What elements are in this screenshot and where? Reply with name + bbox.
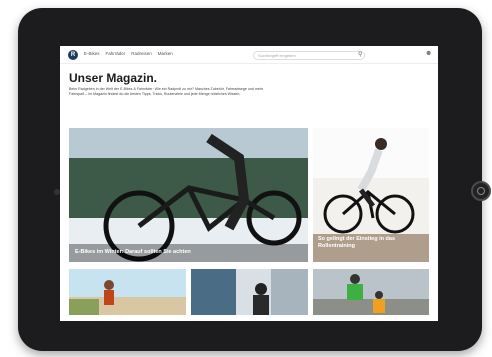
article-caption: So gelingt der Einstieg in das Rollentra…	[318, 236, 396, 249]
nav-item-radreisen[interactable]: Radreisen	[131, 51, 152, 56]
tablet-screen: R E-Bikes Fahrräder Radreisen Marken Suc…	[60, 46, 438, 321]
page-title: Unser Magazin.	[69, 71, 158, 85]
main-nav: E-Bikes Fahrräder Radreisen Marken	[84, 51, 173, 56]
article-card-city-cyclist[interactable]	[191, 269, 308, 315]
home-button-icon	[477, 187, 485, 195]
article-image-winter-ebike	[69, 128, 308, 262]
top-navigation-bar: R E-Bikes Fahrräder Radreisen Marken Suc…	[60, 46, 438, 64]
article-card-group-ride[interactable]	[313, 269, 429, 315]
article-card-beach-cyclist[interactable]	[69, 269, 186, 315]
nav-item-marken[interactable]: Marken	[158, 51, 173, 56]
article-image-city-cyclist	[191, 269, 308, 315]
search-icon[interactable]: ⚲	[358, 51, 362, 58]
article-card-winter-ebike[interactable]: E-Bikes im Winter: Darauf sollten Sie ac…	[69, 128, 308, 262]
article-image-group-ride	[313, 269, 429, 315]
search-input[interactable]: Suchbegriff eingeben	[253, 51, 365, 60]
article-card-rollentraining[interactable]: So gelingt der Einstieg in das Rollentra…	[313, 128, 429, 262]
nav-item-ebikes[interactable]: E-Bikes	[84, 51, 100, 56]
intro-text: Beim Radgeben in der Welt der E-Bikes & …	[69, 87, 264, 96]
nav-item-fahrraeder[interactable]: Fahrräder	[106, 51, 126, 56]
user-account-icon[interactable]: ☻	[425, 50, 432, 57]
brand-logo[interactable]: R	[68, 50, 78, 60]
article-image-beach-cyclist	[69, 269, 186, 315]
article-caption: E-Bikes im Winter: Darauf sollten Sie ac…	[75, 249, 191, 255]
home-button[interactable]	[471, 181, 491, 201]
